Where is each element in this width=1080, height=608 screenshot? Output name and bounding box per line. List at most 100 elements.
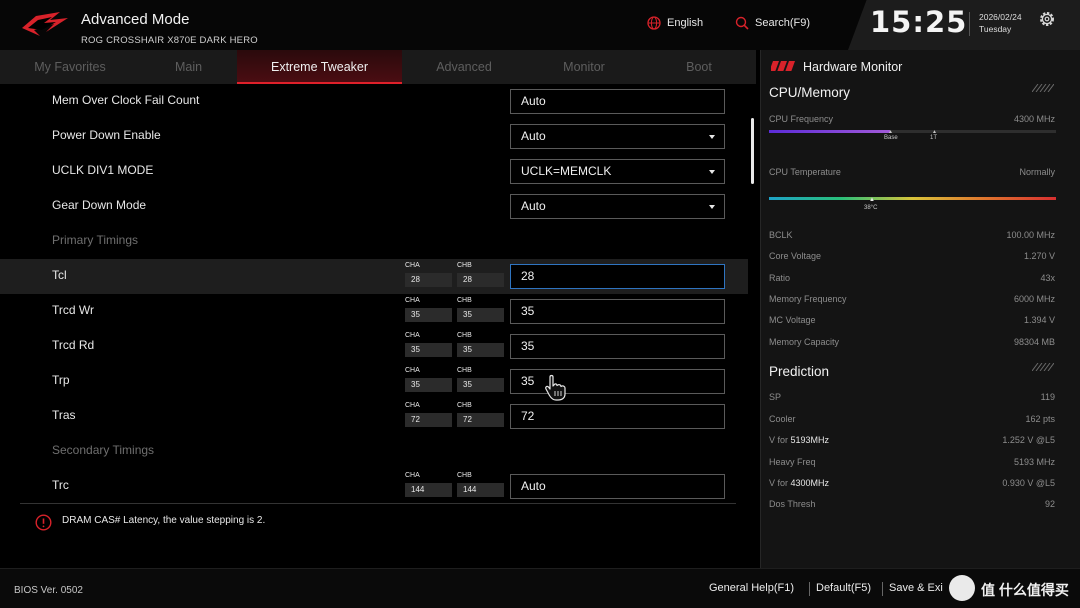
cpu-memory-title: CPU/Memory (769, 85, 851, 100)
language-button[interactable]: English (647, 16, 703, 30)
setting-label: UCLK DIV1 MODE (52, 163, 154, 177)
chb-readout: CHB 72 (457, 402, 504, 429)
watermark-text: 值 什么值得买 (981, 582, 1069, 598)
setting-label: Mem Over Clock Fail Count (52, 93, 200, 107)
chb-label: CHB (457, 262, 472, 269)
tab-main[interactable]: Main (140, 50, 237, 84)
hand-pointer-icon (545, 374, 566, 401)
cpu-frequency-label: CPU Frequency (769, 114, 834, 124)
hatch-icon (1032, 363, 1054, 371)
tab-my-favorites[interactable]: My Favorites (0, 50, 140, 84)
tras-input[interactable]: 72 (510, 404, 725, 429)
chb-value: 28 (457, 273, 504, 287)
setting-label: Gear Down Mode (52, 198, 147, 212)
ratio-value: 43x (1040, 273, 1055, 283)
freq-mark-1t: 1T (930, 135, 938, 141)
cha-value: 35 (405, 308, 452, 322)
cha-value: 28 (405, 273, 452, 287)
tab-boot[interactable]: Boot (642, 50, 756, 84)
freq-mark-base: Base (884, 135, 898, 141)
memory-capacity-value: 98304 MB (1013, 337, 1055, 347)
heavy-freq-label: Heavy Freq (769, 457, 816, 467)
gear-icon[interactable] (1038, 10, 1056, 28)
tab-extreme-tweaker[interactable]: Extreme Tweaker (237, 50, 402, 84)
chb-label: CHB (457, 297, 472, 304)
setting-row-trc[interactable]: Trc CHA 144 CHB 144 Auto (0, 469, 748, 500)
cha-label: CHA (405, 262, 420, 269)
tab-advanced[interactable]: Advanced (402, 50, 526, 84)
memory-frequency-label: Memory Frequency (769, 294, 847, 304)
chb-readout: CHB 28 (457, 262, 504, 289)
bios-version: BIOS Ver. 0502 (14, 585, 83, 596)
monitor-icon (771, 61, 795, 71)
chb-value: 72 (457, 413, 504, 427)
help-divider (20, 503, 736, 504)
chb-readout: CHB 35 (457, 367, 504, 394)
setting-row-trcd-wr[interactable]: Trcd Wr CHA 35 CHB 35 35 (0, 294, 748, 329)
mem-oc-fail-input[interactable]: Auto (510, 89, 725, 114)
globe-icon (647, 16, 661, 30)
bclk-label: BCLK (769, 230, 793, 240)
setting-row-gear-down[interactable]: Gear Down Mode Auto (0, 189, 748, 224)
cha-value: 144 (405, 483, 452, 497)
cpu-frequency-value: 4300 MHz (1013, 114, 1055, 124)
setting-row-mem-oc-fail[interactable]: Mem Over Clock Fail Count Auto (0, 84, 748, 119)
cha-readout: CHA 28 (405, 262, 452, 289)
gear-down-select[interactable]: Auto (510, 194, 725, 219)
temp-marker-icon: ▲ (869, 197, 875, 203)
power-down-select[interactable]: Auto (510, 124, 725, 149)
ratio-label: Ratio (769, 273, 791, 283)
uclk-mode-select[interactable]: UCLK=MEMCLK (510, 159, 725, 184)
help-text: DRAM CAS# Latency, the value stepping is… (62, 515, 266, 526)
tcl-input[interactable]: 28 (510, 264, 725, 289)
tab-monitor[interactable]: Monitor (526, 50, 642, 84)
bclk-value: 100.00 MHz (1006, 230, 1055, 240)
settings-scrollbar[interactable] (751, 118, 754, 184)
trc-input[interactable]: Auto (510, 474, 725, 499)
chb-readout: CHB 144 (457, 472, 504, 499)
prediction-title: Prediction (769, 364, 830, 379)
cooler-value: 162 pts (1025, 414, 1055, 424)
section-secondary-timings: Secondary Timings (0, 434, 748, 469)
select-value: Auto (521, 199, 546, 213)
setting-row-tcl[interactable]: Tcl CHA 28 CHB 28 28 (0, 259, 748, 294)
save-exit-button[interactable]: Save & Exi (889, 582, 943, 594)
chevron-down-icon (709, 205, 715, 209)
setting-label: Tras (52, 408, 76, 422)
trcd-rd-input[interactable]: 35 (510, 334, 725, 359)
setting-row-uclk-mode[interactable]: UCLK DIV1 MODE UCLK=MEMCLK (0, 154, 748, 189)
chb-label: CHB (457, 332, 472, 339)
heavy-freq-value: 5193 MHz (1013, 457, 1055, 467)
sp-label: SP (769, 392, 782, 402)
rog-logo-icon (22, 12, 68, 36)
cpu-temperature-value: Normally (1019, 167, 1055, 177)
mode-title: Advanced Mode (81, 11, 190, 28)
v-for-4300-label: V for 4300MHz (769, 478, 829, 488)
chb-value: 35 (457, 343, 504, 357)
hardware-monitor-panel (760, 50, 1080, 568)
v-for-5193-label: V for 5193MHz (769, 435, 829, 445)
default-button[interactable]: Default(F5) (816, 582, 871, 594)
v-for-5193-value: 1.252 V @L5 (1002, 435, 1055, 445)
cooler-label: Cooler (769, 414, 796, 424)
setting-row-trcd-rd[interactable]: Trcd Rd CHA 35 CHB 35 35 (0, 329, 748, 364)
trp-input[interactable]: 35 (510, 369, 725, 394)
chevron-down-icon (709, 170, 715, 174)
setting-row-tras[interactable]: Tras CHA 72 CHB 72 72 (0, 399, 748, 434)
dos-thresh-value: 92 (1044, 499, 1055, 509)
trcd-wr-input[interactable]: 35 (510, 299, 725, 324)
cha-readout: CHA 35 (405, 367, 452, 394)
cha-value: 35 (405, 343, 452, 357)
v-for-frequency: 5193MHz (790, 435, 830, 445)
setting-label: Tcl (52, 268, 67, 282)
general-help-button[interactable]: General Help(F1) (709, 582, 794, 594)
setting-row-trp[interactable]: Trp CHA 35 CHB 35 35 (0, 364, 748, 399)
memory-capacity-label: Memory Capacity (769, 337, 840, 347)
chb-value: 35 (457, 378, 504, 392)
cha-readout: CHA 72 (405, 402, 452, 429)
setting-label: Power Down Enable (52, 128, 161, 142)
cha-readout: CHA 35 (405, 332, 452, 359)
main-tabs: My Favorites Main Extreme Tweaker Advanc… (0, 50, 756, 84)
setting-row-power-down[interactable]: Power Down Enable Auto (0, 119, 748, 154)
search-button[interactable]: Search(F9) (735, 16, 810, 30)
